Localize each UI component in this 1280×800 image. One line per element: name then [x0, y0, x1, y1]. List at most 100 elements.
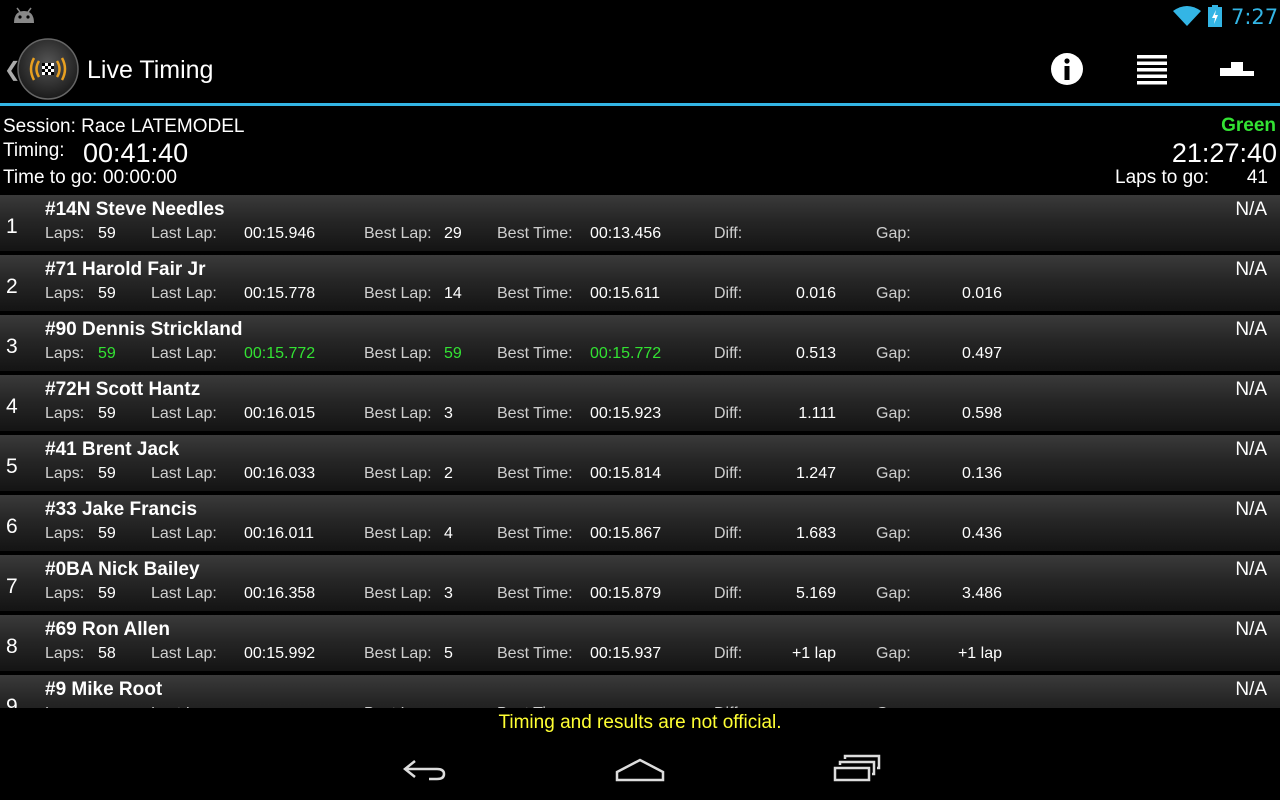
- best-lap-value: 14: [444, 285, 462, 302]
- diff-label: Diff:: [714, 525, 743, 542]
- unofficial-notice: Timing and results are not official.: [0, 708, 1280, 738]
- back-icon[interactable]: [399, 752, 449, 786]
- wifi-icon: [1173, 6, 1201, 26]
- best-time-label: Best Time:: [497, 645, 573, 662]
- flag-status: Green: [1221, 115, 1276, 136]
- android-debug-icon: [14, 7, 34, 23]
- recent-apps-icon[interactable]: [832, 752, 882, 786]
- table-row[interactable]: 7 #0BA Nick Bailey N/A Laps: 59 Last Lap: 00:1…: [0, 555, 1280, 613]
- page-title: Live Timing: [87, 56, 214, 84]
- laps-value: 59: [98, 405, 116, 422]
- laps-value: 59: [98, 225, 116, 242]
- position: 5: [6, 455, 18, 478]
- diff-value: 1.111: [798, 405, 836, 422]
- diff-value: +1 lap: [791, 645, 836, 662]
- best-lap-value: 59: [444, 345, 462, 362]
- laps-label: Laps:: [45, 285, 85, 302]
- gap-label: Gap:: [876, 585, 911, 602]
- laps-value: 59: [98, 285, 116, 302]
- table-row[interactable]: 5 #41 Brent Jack N/A Laps: 59 Last Lap: 00:16.…: [0, 435, 1280, 493]
- status-value: N/A: [1235, 559, 1267, 580]
- laps-label: Laps:: [45, 585, 85, 602]
- best-time-label: Best Time:: [497, 405, 573, 422]
- best-time-value: 00:13.456: [590, 225, 662, 242]
- best-time-label: Best Time:: [497, 465, 573, 482]
- best-time-value: 00:15.772: [590, 345, 662, 362]
- gap-label: Gap:: [876, 525, 911, 542]
- action-bar: ❮ Live Timing: [0, 33, 1280, 106]
- best-time-label: Best Time:: [497, 225, 573, 242]
- last-lap-value: 00:16.358: [244, 585, 316, 602]
- last-lap-value: 00:15.772: [244, 345, 316, 362]
- best-lap-label: Best Lap:: [364, 465, 432, 482]
- laps-value: 59: [98, 345, 116, 362]
- table-row[interactable]: 9#9 Mike RootN/ALaps:Last Lap:Best Lap:B…: [0, 675, 1280, 708]
- diff-label: Diff:: [714, 585, 743, 602]
- diff-value: 0.513: [795, 345, 836, 362]
- best-lap-value: 5: [444, 645, 453, 662]
- diff-value: 0.016: [795, 285, 836, 302]
- laps-to-go-label: Laps to go:: [1115, 167, 1210, 188]
- best-lap-value: 3: [444, 585, 453, 602]
- checkered-flag-logo-icon[interactable]: [17, 38, 79, 100]
- session-header: Session: Race LATEMODEL Timing: 00:41:40…: [0, 109, 1280, 195]
- laps-label: Laps:: [45, 405, 85, 422]
- laps-value: 59: [98, 525, 116, 542]
- last-lap-value: 00:16.015: [244, 405, 316, 422]
- gap-label: Gap:: [876, 345, 911, 362]
- driver-name: #69 Ron Allen: [45, 619, 170, 640]
- last-lap-value: 00:15.946: [244, 225, 316, 242]
- driver-name: #9 Mike Root: [45, 679, 163, 700]
- best-time-value: 00:15.923: [590, 405, 662, 422]
- last-lap-value: 00:16.033: [244, 465, 316, 482]
- best-lap-label: Best Lap:: [364, 405, 432, 422]
- last-lap-label: Last Lap:: [151, 405, 217, 422]
- diff-label: Diff:: [714, 225, 743, 242]
- best-lap-label: Best Lap:: [364, 645, 432, 662]
- position: 4: [6, 395, 18, 418]
- diff-label: Diff:: [714, 345, 743, 362]
- laps-label: Laps:: [45, 465, 85, 482]
- gap-label: Gap:: [876, 465, 911, 482]
- best-time-label: Best Time:: [497, 285, 573, 302]
- last-lap-label: Last Lap:: [151, 285, 217, 302]
- status-value: N/A: [1235, 199, 1267, 220]
- position: 9: [6, 695, 18, 708]
- best-lap-label: Best Lap:: [364, 585, 432, 602]
- status-value: N/A: [1235, 259, 1267, 280]
- gap-label: Gap:: [876, 405, 911, 422]
- laps-value: 59: [98, 585, 116, 602]
- podium-icon[interactable]: [1217, 49, 1257, 89]
- laps-label: Laps:: [45, 645, 85, 662]
- driver-name: #72H Scott Hantz: [45, 379, 201, 400]
- status-value: N/A: [1235, 439, 1267, 460]
- table-row[interactable]: 8 #69 Ron Allen N/A Laps: 58 Last Lap: 00:15.9…: [0, 615, 1280, 673]
- table-row[interactable]: 6 #33 Jake Francis N/A Laps: 59 Last Lap: 00:1…: [0, 495, 1280, 553]
- position: 7: [6, 575, 18, 598]
- results-list[interactable]: 1 #14N Steve Needles N/A Laps: 59 Last Lap: 00…: [0, 195, 1280, 708]
- diff-label: Diff:: [714, 645, 743, 662]
- best-time-label: Best Time:: [497, 525, 573, 542]
- diff-label: Diff:: [714, 465, 743, 482]
- table-row[interactable]: 4 #72H Scott Hantz N/A Laps: 59 Last Lap: 00:1…: [0, 375, 1280, 433]
- best-lap-label: Best Lap:: [364, 525, 432, 542]
- gap-value: 0.016: [961, 285, 1002, 302]
- last-lap-value: 00:15.778: [244, 285, 316, 302]
- list-icon[interactable]: [1132, 49, 1172, 89]
- diff-value: 1.683: [795, 525, 836, 542]
- table-row[interactable]: 2 #71 Harold Fair Jr N/A Laps: 59 Last Lap: 00…: [0, 255, 1280, 313]
- best-lap-label: Best Lap:: [364, 285, 432, 302]
- position: 8: [6, 635, 18, 658]
- laps-value: 59: [98, 465, 116, 482]
- status-value: N/A: [1235, 379, 1267, 400]
- best-time-value: 00:15.937: [590, 645, 662, 662]
- status-clock: 7:27: [1231, 5, 1279, 29]
- table-row[interactable]: 3 #90 Dennis Strickland N/A Laps: 59 Last Lap…: [0, 315, 1280, 373]
- info-icon[interactable]: [1047, 49, 1087, 89]
- best-time-value: 00:15.611: [590, 285, 660, 302]
- best-lap-label: Best Lap:: [364, 345, 432, 362]
- home-icon[interactable]: [615, 752, 665, 786]
- best-time-label: Best Time:: [497, 345, 573, 362]
- laps-label: Laps:: [45, 345, 85, 362]
- table-row[interactable]: 1 #14N Steve Needles N/A Laps: 59 Last Lap: 00…: [0, 195, 1280, 253]
